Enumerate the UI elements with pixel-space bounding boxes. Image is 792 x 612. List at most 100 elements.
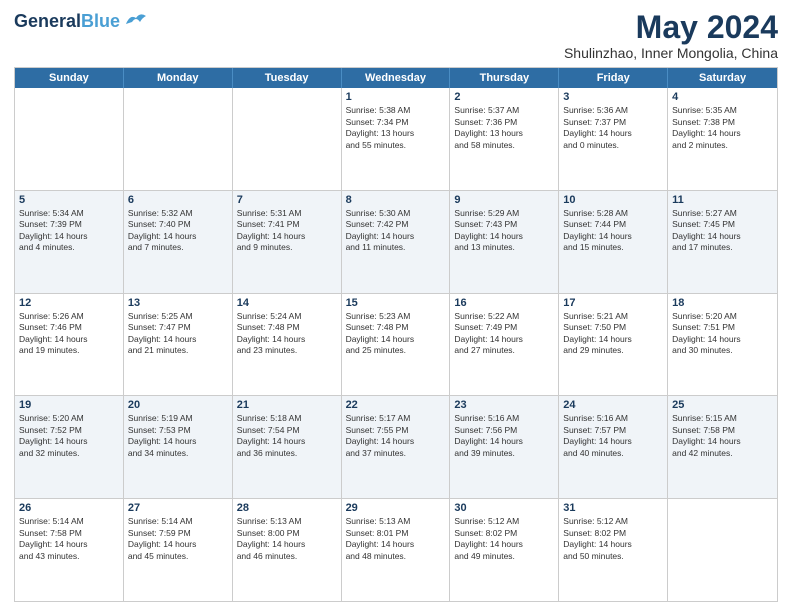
calendar-body: 1 Sunrise: 5:38 AM Sunset: 7:34 PM Daylig… <box>15 88 777 601</box>
calendar-cell-25: 25 Sunrise: 5:15 AM Sunset: 7:58 PM Dayli… <box>668 396 777 498</box>
page: GeneralBlue May 2024 Shulinzhao, Inner M… <box>0 0 792 612</box>
header: GeneralBlue May 2024 Shulinzhao, Inner M… <box>14 10 778 61</box>
calendar-cell-2: 2 Sunrise: 5:37 AM Sunset: 7:36 PM Daylig… <box>450 88 559 190</box>
cell-date-number: 14 <box>237 297 337 309</box>
cell-date-number: 23 <box>454 399 554 411</box>
cell-date-number: 10 <box>563 194 663 206</box>
cell-info-text: Sunrise: 5:16 AM Sunset: 7:56 PM Dayligh… <box>454 413 554 459</box>
day-header-thursday: Thursday <box>450 68 559 88</box>
cell-date-number: 31 <box>563 502 663 514</box>
cell-info-text: Sunrise: 5:16 AM Sunset: 7:57 PM Dayligh… <box>563 413 663 459</box>
cell-info-text: Sunrise: 5:29 AM Sunset: 7:43 PM Dayligh… <box>454 208 554 254</box>
calendar-cell-20: 20 Sunrise: 5:19 AM Sunset: 7:53 PM Dayli… <box>124 396 233 498</box>
cell-info-text: Sunrise: 5:36 AM Sunset: 7:37 PM Dayligh… <box>563 105 663 151</box>
cell-info-text: Sunrise: 5:28 AM Sunset: 7:44 PM Dayligh… <box>563 208 663 254</box>
cell-info-text: Sunrise: 5:32 AM Sunset: 7:40 PM Dayligh… <box>128 208 228 254</box>
calendar-cell-empty <box>15 88 124 190</box>
cell-date-number: 1 <box>346 91 446 103</box>
cell-date-number: 4 <box>672 91 773 103</box>
cell-info-text: Sunrise: 5:17 AM Sunset: 7:55 PM Dayligh… <box>346 413 446 459</box>
calendar-cell-14: 14 Sunrise: 5:24 AM Sunset: 7:48 PM Dayli… <box>233 294 342 396</box>
cell-date-number: 15 <box>346 297 446 309</box>
calendar-cell-10: 10 Sunrise: 5:28 AM Sunset: 7:44 PM Dayli… <box>559 191 668 293</box>
calendar-cell-4: 4 Sunrise: 5:35 AM Sunset: 7:38 PM Daylig… <box>668 88 777 190</box>
calendar-row-2: 12 Sunrise: 5:26 AM Sunset: 7:46 PM Dayli… <box>15 294 777 397</box>
cell-info-text: Sunrise: 5:13 AM Sunset: 8:00 PM Dayligh… <box>237 516 337 562</box>
cell-date-number: 8 <box>346 194 446 206</box>
calendar-cell-7: 7 Sunrise: 5:31 AM Sunset: 7:41 PM Daylig… <box>233 191 342 293</box>
cell-info-text: Sunrise: 5:18 AM Sunset: 7:54 PM Dayligh… <box>237 413 337 459</box>
logo-bird-icon <box>122 10 150 30</box>
cell-info-text: Sunrise: 5:21 AM Sunset: 7:50 PM Dayligh… <box>563 311 663 357</box>
cell-date-number: 13 <box>128 297 228 309</box>
cell-info-text: Sunrise: 5:19 AM Sunset: 7:53 PM Dayligh… <box>128 413 228 459</box>
cell-info-text: Sunrise: 5:13 AM Sunset: 8:01 PM Dayligh… <box>346 516 446 562</box>
cell-date-number: 9 <box>454 194 554 206</box>
cell-date-number: 25 <box>672 399 773 411</box>
day-header-sunday: Sunday <box>15 68 124 88</box>
cell-date-number: 26 <box>19 502 119 514</box>
cell-info-text: Sunrise: 5:15 AM Sunset: 7:58 PM Dayligh… <box>672 413 773 459</box>
cell-date-number: 12 <box>19 297 119 309</box>
calendar-cell-23: 23 Sunrise: 5:16 AM Sunset: 7:56 PM Dayli… <box>450 396 559 498</box>
cell-date-number: 16 <box>454 297 554 309</box>
calendar-cell-9: 9 Sunrise: 5:29 AM Sunset: 7:43 PM Daylig… <box>450 191 559 293</box>
cell-date-number: 18 <box>672 297 773 309</box>
cell-info-text: Sunrise: 5:20 AM Sunset: 7:51 PM Dayligh… <box>672 311 773 357</box>
calendar-cell-1: 1 Sunrise: 5:38 AM Sunset: 7:34 PM Daylig… <box>342 88 451 190</box>
cell-date-number: 6 <box>128 194 228 206</box>
cell-info-text: Sunrise: 5:23 AM Sunset: 7:48 PM Dayligh… <box>346 311 446 357</box>
cell-info-text: Sunrise: 5:24 AM Sunset: 7:48 PM Dayligh… <box>237 311 337 357</box>
calendar-cell-27: 27Sunrise: 5:14 AM Sunset: 7:59 PM Dayli… <box>124 499 233 601</box>
calendar-header: SundayMondayTuesdayWednesdayThursdayFrid… <box>15 68 777 88</box>
calendar-cell-15: 15 Sunrise: 5:23 AM Sunset: 7:48 PM Dayli… <box>342 294 451 396</box>
logo-text: GeneralBlue <box>14 12 120 32</box>
cell-date-number: 20 <box>128 399 228 411</box>
calendar-cell-31: 31 Sunrise: 5:12 AM Sunset: 8:02 PM Dayli… <box>559 499 668 601</box>
day-header-saturday: Saturday <box>668 68 777 88</box>
cell-info-text: Sunrise: 5:35 AM Sunset: 7:38 PM Dayligh… <box>672 105 773 151</box>
cell-date-number: 2 <box>454 91 554 103</box>
cell-info-text: Sunrise: 5:26 AM Sunset: 7:46 PM Dayligh… <box>19 311 119 357</box>
cell-info-text: Sunrise: 5:22 AM Sunset: 7:49 PM Dayligh… <box>454 311 554 357</box>
cell-date-number: 19 <box>19 399 119 411</box>
calendar-cell-8: 8Sunrise: 5:30 AM Sunset: 7:42 PM Daylig… <box>342 191 451 293</box>
cell-date-number: 3 <box>563 91 663 103</box>
cell-info-text: Sunrise: 5:37 AM Sunset: 7:36 PM Dayligh… <box>454 105 554 151</box>
cell-info-text: Sunrise: 5:31 AM Sunset: 7:41 PM Dayligh… <box>237 208 337 254</box>
calendar-cell-13: 13Sunrise: 5:25 AM Sunset: 7:47 PM Dayli… <box>124 294 233 396</box>
calendar-cell-22: 22 Sunrise: 5:17 AM Sunset: 7:55 PM Dayli… <box>342 396 451 498</box>
cell-info-text: Sunrise: 5:27 AM Sunset: 7:45 PM Dayligh… <box>672 208 773 254</box>
cell-info-text: Sunrise: 5:20 AM Sunset: 7:52 PM Dayligh… <box>19 413 119 459</box>
calendar-cell-12: 12 Sunrise: 5:26 AM Sunset: 7:46 PM Dayli… <box>15 294 124 396</box>
cell-info-text: Sunrise: 5:14 AM Sunset: 7:58 PM Dayligh… <box>19 516 119 562</box>
calendar: SundayMondayTuesdayWednesdayThursdayFrid… <box>14 67 778 602</box>
calendar-cell-21: 21 Sunrise: 5:18 AM Sunset: 7:54 PM Dayli… <box>233 396 342 498</box>
calendar-cell-3: 3 Sunrise: 5:36 AM Sunset: 7:37 PM Daylig… <box>559 88 668 190</box>
cell-date-number: 30 <box>454 502 554 514</box>
cell-date-number: 29 <box>346 502 446 514</box>
calendar-cell-19: 19 Sunrise: 5:20 AM Sunset: 7:52 PM Dayli… <box>15 396 124 498</box>
cell-info-text: Sunrise: 5:12 AM Sunset: 8:02 PM Dayligh… <box>563 516 663 562</box>
calendar-cell-11: 11 Sunrise: 5:27 AM Sunset: 7:45 PM Dayli… <box>668 191 777 293</box>
calendar-row-4: 26 Sunrise: 5:14 AM Sunset: 7:58 PM Dayli… <box>15 499 777 601</box>
cell-date-number: 22 <box>346 399 446 411</box>
calendar-cell-empty <box>233 88 342 190</box>
calendar-cell-28: 28 Sunrise: 5:13 AM Sunset: 8:00 PM Dayli… <box>233 499 342 601</box>
cell-date-number: 7 <box>237 194 337 206</box>
title-section: May 2024 Shulinzhao, Inner Mongolia, Chi… <box>564 10 778 61</box>
calendar-cell-26: 26 Sunrise: 5:14 AM Sunset: 7:58 PM Dayli… <box>15 499 124 601</box>
cell-date-number: 11 <box>672 194 773 206</box>
day-header-monday: Monday <box>124 68 233 88</box>
cell-info-text: Sunrise: 5:38 AM Sunset: 7:34 PM Dayligh… <box>346 105 446 151</box>
calendar-cell-18: 18 Sunrise: 5:20 AM Sunset: 7:51 PM Dayli… <box>668 294 777 396</box>
cell-date-number: 21 <box>237 399 337 411</box>
cell-date-number: 28 <box>237 502 337 514</box>
calendar-cell-empty <box>124 88 233 190</box>
logo: GeneralBlue <box>14 12 150 32</box>
cell-date-number: 5 <box>19 194 119 206</box>
cell-info-text: Sunrise: 5:12 AM Sunset: 8:02 PM Dayligh… <box>454 516 554 562</box>
calendar-cell-6: 6 Sunrise: 5:32 AM Sunset: 7:40 PM Daylig… <box>124 191 233 293</box>
day-header-friday: Friday <box>559 68 668 88</box>
calendar-cell-17: 17Sunrise: 5:21 AM Sunset: 7:50 PM Dayli… <box>559 294 668 396</box>
